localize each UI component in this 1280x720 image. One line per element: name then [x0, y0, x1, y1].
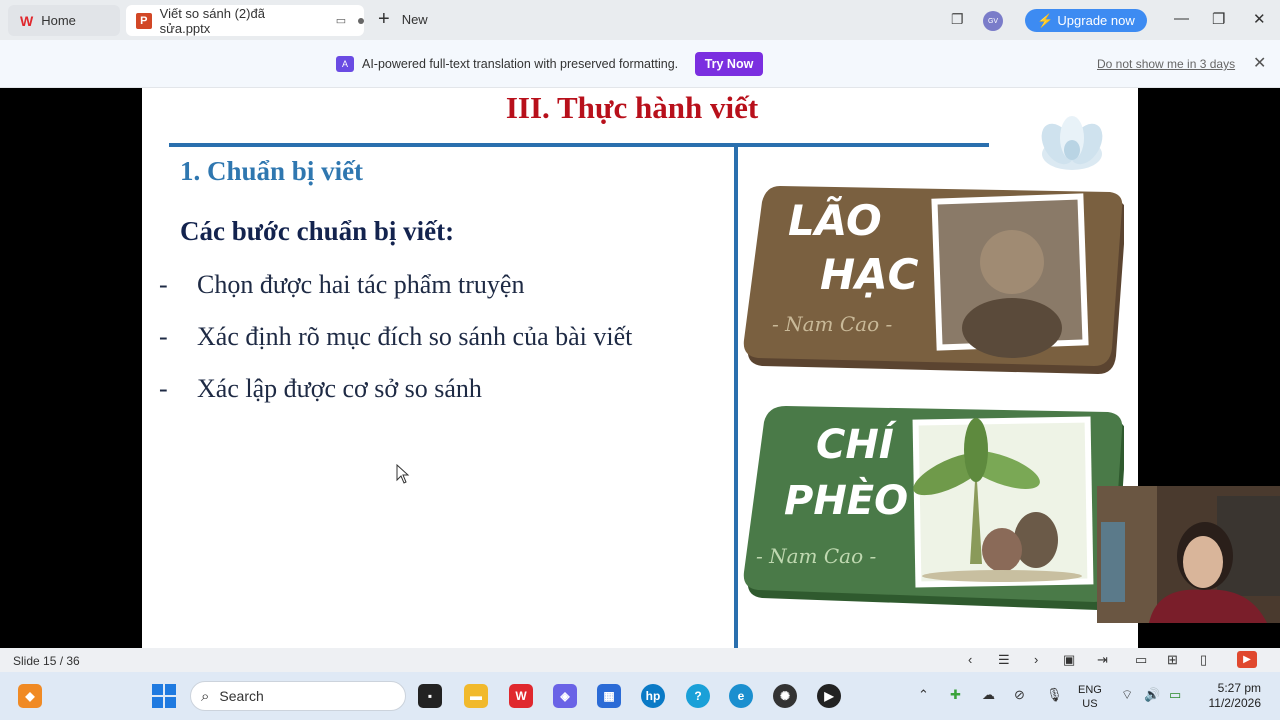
taskbar: ◆ ⌕ Search ▪ ▬ W ◈ ▦ hp ? e ✺ ▶ ⌃ ✚ ☁ ⊘ … [0, 672, 1280, 720]
avatar[interactable]: GV [983, 11, 1003, 31]
file-explorer-icon[interactable]: ▬ [464, 684, 488, 708]
restore-icon[interactable]: ❐ [1212, 10, 1225, 28]
bullet-text: Xác lập được cơ sở so sánh [197, 374, 482, 403]
status-bar: Slide 15 / 36 ‹ ☰ › ▣ ⇥ ▭ ⊞ ▯ ▶ [0, 648, 1280, 672]
chatgpt-icon[interactable]: ✺ [773, 684, 797, 708]
bullet-text: Xác định rõ mục đích so sánh của bài viế… [197, 322, 633, 351]
hp-icon[interactable]: hp [641, 684, 665, 708]
language-region: US [1082, 698, 1098, 710]
reading-view-icon[interactable]: ▯ [1200, 652, 1207, 668]
plus-icon: + [378, 8, 390, 30]
windows-logo-icon [152, 684, 176, 708]
new-tab-button[interactable]: + New [378, 9, 428, 29]
book-card-lao-hac: LÃO HẠC - Nam Cao - [740, 178, 1124, 378]
window-layout-icon[interactable]: ❐ [951, 11, 964, 28]
clock[interactable]: 5:27 pm 11/2/2026 [1203, 681, 1262, 711]
network-app-icon[interactable]: ✚ [950, 687, 961, 703]
translation-banner: A AI-powered full-text translation with … [0, 40, 1280, 88]
book-card-chi-pheo: CHÍ PHÈO - Nam Cao - [740, 404, 1124, 614]
bullet-item: - Chọn được hai tác phẩm truyện [159, 270, 525, 299]
bullet-text: Chọn được hai tác phẩm truyện [197, 270, 525, 299]
slideshow-play-button[interactable]: ▶ [1237, 651, 1257, 668]
fit-slide-icon[interactable]: ▣ [1063, 652, 1075, 668]
search-icon: ⌕ [201, 687, 210, 705]
minimize-icon[interactable]: — [1174, 10, 1189, 27]
lightning-icon: ⚡ [1037, 12, 1054, 28]
language-code: ENG [1078, 684, 1102, 696]
tab-document-label: Viết so sánh (2)đã sửa.pptx [159, 5, 265, 36]
copilot-icon[interactable]: ◈ [553, 684, 577, 708]
try-now-button[interactable]: Try Now [695, 52, 763, 76]
cloud-icon[interactable]: ☁ [982, 687, 995, 703]
camera-off-icon[interactable]: ⊘ [1014, 687, 1025, 703]
media-player-icon[interactable]: ▶ [817, 684, 841, 708]
slide-list-icon[interactable]: ☰ [998, 652, 1010, 668]
title-divider [169, 143, 989, 147]
volume-icon[interactable]: 🔊 [1144, 687, 1160, 703]
monitor-icon[interactable]: ▭ [336, 14, 346, 27]
card-author: - Nam Cao - [772, 312, 893, 336]
card-title-line1: LÃO [788, 196, 882, 245]
column-divider [734, 147, 738, 648]
bullet-item: - Xác lập được cơ sở so sánh [159, 374, 482, 403]
webcam-overlay[interactable] [1097, 486, 1280, 623]
dont-show-link[interactable]: Do not show me in 3 days [1097, 57, 1235, 71]
normal-view-icon[interactable]: ▭ [1135, 652, 1147, 668]
unsaved-dot-icon[interactable] [358, 17, 364, 24]
upgrade-label: Upgrade now [1057, 13, 1135, 28]
clock-date: 11/2/2026 [1208, 696, 1262, 710]
export-icon[interactable]: ⇥ [1097, 652, 1108, 668]
upgrade-button[interactable]: ⚡ Upgrade now [1025, 9, 1147, 32]
section-subtitle: 1. Chuẩn bị viết [180, 156, 364, 186]
webcam-video-feed [1097, 486, 1280, 623]
next-slide-icon[interactable]: › [1034, 652, 1038, 667]
close-banner-icon[interactable]: ✕ [1253, 53, 1266, 73]
windows-start-icon[interactable] [152, 684, 176, 708]
previous-slide-icon[interactable]: ‹ [968, 652, 972, 667]
new-tab-label: New [401, 11, 428, 27]
wps-logo-icon: W [20, 12, 34, 29]
translate-icon: A [336, 56, 354, 72]
edge-browser-icon[interactable]: e [729, 684, 753, 708]
close-window-icon[interactable]: ✕ [1253, 10, 1266, 28]
slide-canvas[interactable]: III. Thực hành viết 1. Chuẩn bị viết Các… [142, 88, 1138, 648]
presentation-file-icon: P [136, 12, 152, 29]
card-title-line1: CHÍ [816, 422, 894, 468]
task-view-icon[interactable]: ▪ [418, 684, 442, 708]
card-author: - Nam Cao - [756, 544, 877, 568]
microphone-icon[interactable]: 🎙 [1046, 687, 1063, 703]
banner-message: AI-powered full-text translation with pr… [362, 57, 679, 71]
tab-home[interactable]: W Home [8, 5, 120, 36]
card-title-line2: PHÈO [784, 478, 909, 524]
search-placeholder: Search [219, 688, 264, 704]
tab-home-label: Home [41, 13, 76, 28]
slide-indicator: Slide 15 / 36 [13, 654, 80, 668]
card-title-line2: HẠC [820, 250, 919, 299]
microsoft-store-icon[interactable]: ▦ [597, 684, 621, 708]
mouse-cursor-icon [396, 464, 410, 484]
language-indicator[interactable]: ENG US [1078, 683, 1102, 711]
steps-heading: Các bước chuẩn bị viết: [180, 216, 455, 246]
battery-icon[interactable]: ▭ [1169, 687, 1181, 703]
slide-sorter-icon[interactable]: ⊞ [1167, 652, 1178, 668]
clock-time: 5:27 pm [1217, 681, 1261, 695]
window-titlebar: W Home P Viết so sánh (2)đã sửa.pptx ▭ +… [0, 0, 1280, 40]
wps-office-icon[interactable]: W [509, 684, 533, 708]
slide-title: III. Thực hành viết [505, 90, 759, 125]
lotus-flower-icon [1041, 116, 1103, 170]
show-hidden-icons-icon[interactable]: ⌃ [918, 687, 929, 703]
bullet-item: - Xác định rõ mục đích so sánh của bài vi… [159, 322, 633, 351]
wifi-icon[interactable]: ⌔ [1121, 687, 1133, 703]
tab-document[interactable]: P Viết so sánh (2)đã sửa.pptx ▭ [126, 5, 364, 36]
app-logo-icon[interactable]: ◆ [18, 684, 42, 708]
help-icon[interactable]: ? [686, 684, 710, 708]
taskbar-search-input[interactable]: ⌕ Search [190, 681, 406, 711]
